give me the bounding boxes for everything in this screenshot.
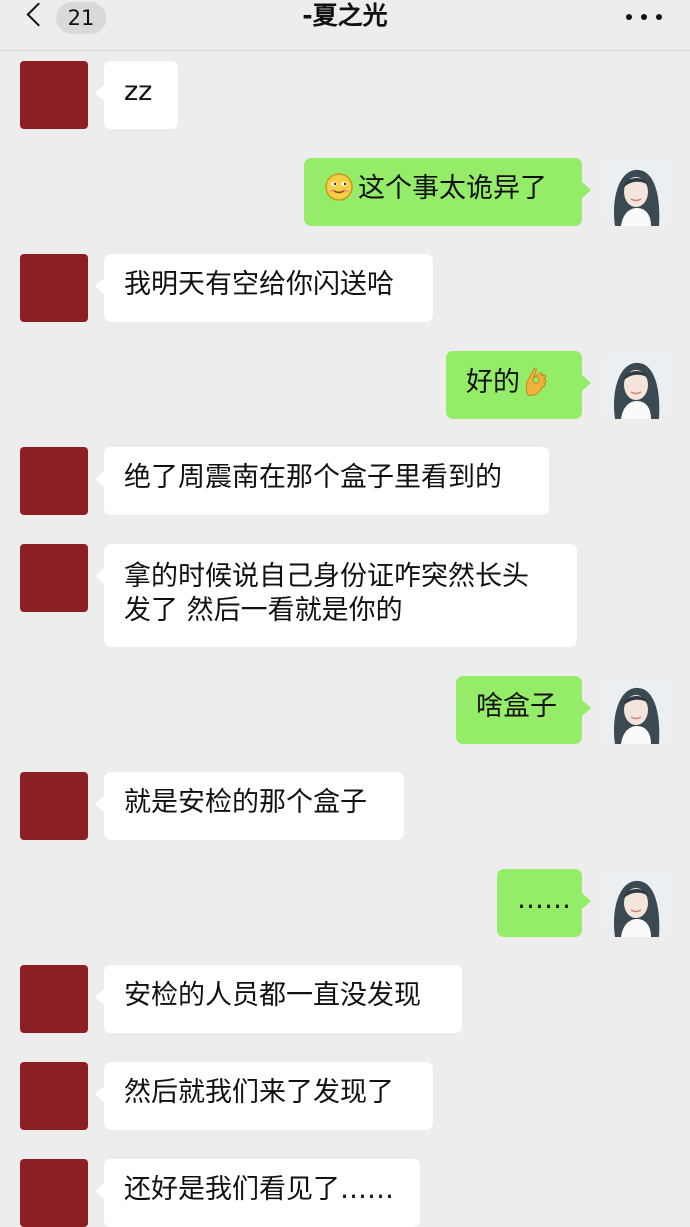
user-avatar[interactable]	[601, 676, 669, 744]
user-avatar-image	[601, 158, 669, 226]
message-bubble[interactable]: 这个事太诡异了	[304, 158, 591, 226]
user-avatar-image	[601, 676, 669, 744]
contact-avatar[interactable]	[20, 254, 88, 322]
user-avatar[interactable]	[601, 158, 669, 226]
message-bubble[interactable]: 好的	[446, 351, 591, 419]
chat-header: 21 -夏之光	[0, 0, 690, 51]
more-dot	[641, 14, 647, 20]
contact-avatar[interactable]	[20, 447, 88, 515]
user-avatar[interactable]	[601, 351, 669, 419]
message-bubble[interactable]: 安检的人员都一直没发现	[95, 965, 462, 1033]
message-bubble[interactable]: 然后就我们来了发现了	[95, 1062, 433, 1130]
message-text: 好的	[466, 367, 520, 398]
user-avatar-image	[601, 869, 669, 937]
user-avatar-image	[601, 351, 669, 419]
message-text: 这个事太诡异了	[358, 173, 547, 204]
message-bubble[interactable]: 拿的时候说自己身份证咋突然长头 发了 然后一看就是你的	[95, 544, 577, 647]
contact-avatar[interactable]	[20, 772, 88, 840]
more-options-button[interactable]	[626, 12, 662, 26]
contact-avatar[interactable]	[20, 61, 88, 129]
ok-hand-emoji-icon	[525, 367, 547, 396]
message-bubble[interactable]: 绝了周震南在那个盒子里看到的	[95, 447, 549, 515]
smile-emoji-icon	[325, 173, 353, 201]
more-dot	[656, 14, 662, 20]
user-avatar[interactable]	[601, 869, 669, 937]
more-dot	[626, 14, 632, 20]
message-bubble[interactable]: 就是安检的那个盒子	[95, 772, 404, 840]
message-list[interactable]: zz 这个事太诡异了 我明天有空给你闪送哈 好的 绝了周震南在那个盒子里看到的 …	[0, 50, 690, 1227]
message-bubble[interactable]: zz	[95, 61, 178, 129]
chat-title: -夏之光	[302, 1, 388, 30]
contact-avatar[interactable]	[20, 965, 88, 1033]
contact-avatar[interactable]	[20, 1062, 88, 1130]
contact-avatar[interactable]	[20, 544, 88, 612]
message-line: 拿的时候说自己身份证咋突然长头	[124, 561, 529, 592]
message-line: 发了 然后一看就是你的	[124, 595, 403, 626]
message-bubble[interactable]: ……	[497, 869, 591, 937]
message-bubble[interactable]: 啥盒子	[456, 676, 591, 744]
message-bubble[interactable]: 我明天有空给你闪送哈	[95, 254, 433, 322]
